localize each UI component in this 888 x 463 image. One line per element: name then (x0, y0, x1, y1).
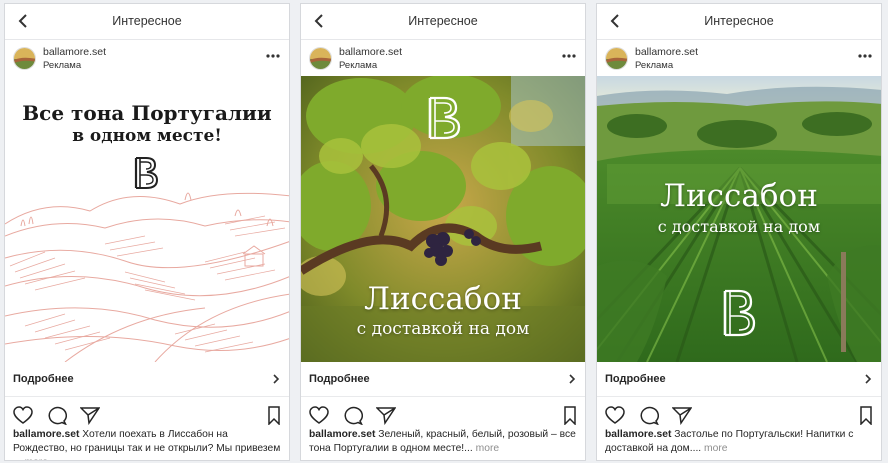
headline-line2: с доставкой на дом (356, 319, 530, 339)
more-horizontal-icon[interactable] (857, 50, 873, 62)
comment-icon[interactable] (343, 406, 363, 425)
comment-icon[interactable] (47, 406, 67, 425)
post-card-2: Интересное ballamore.set Реклама Лиссабо… (300, 3, 586, 461)
more-horizontal-icon[interactable] (561, 50, 577, 62)
avatar[interactable] (13, 47, 36, 70)
nav-bar: Интересное (5, 4, 289, 40)
heart-icon[interactable] (605, 406, 625, 425)
sponsored-label: Реклама (635, 60, 674, 71)
learn-more-bar[interactable]: Подробнее (597, 362, 881, 397)
nav-bar: Интересное (301, 4, 585, 40)
headline-line2: с доставкой на дом (657, 217, 821, 236)
nav-title: Интересное (704, 14, 774, 28)
comment-icon[interactable] (639, 406, 659, 425)
post-header: ballamore.set Реклама (5, 40, 289, 76)
headline-line1: Лиссабон (660, 178, 818, 214)
sponsored-label: Реклама (43, 60, 82, 71)
caption-username[interactable]: ballamore.set (309, 429, 375, 440)
username[interactable]: ballamore.set (43, 46, 106, 58)
post-image[interactable]: Лиссабон с доставкой на дом (597, 76, 881, 362)
learn-more-bar[interactable]: Подробнее (301, 362, 585, 397)
caption-username[interactable]: ballamore.set (13, 429, 79, 440)
username[interactable]: ballamore.set (339, 46, 402, 58)
caption: ballamore.set Хотели поехать в Лиссабон … (13, 428, 281, 460)
b-brand-logo (428, 96, 461, 140)
more-horizontal-icon[interactable] (265, 50, 281, 62)
nav-title: Интересное (112, 14, 182, 28)
sponsored-label: Реклама (339, 60, 378, 71)
heart-icon[interactable] (13, 406, 33, 425)
b-brand-logo (723, 289, 756, 337)
nav-title: Интересное (408, 14, 478, 28)
learn-more-bar[interactable]: Подробнее (5, 362, 289, 397)
caption-more-link[interactable]: more (476, 443, 499, 454)
heart-icon[interactable] (309, 406, 329, 425)
learn-more-button[interactable]: Подробнее (605, 373, 666, 385)
landscape-sketch (5, 192, 289, 362)
post-image[interactable]: Лиссабон с доставкой на дом (301, 76, 585, 362)
headline-line1: Лиссабон (364, 281, 522, 317)
post-header: ballamore.set Реклама (301, 40, 585, 76)
caption: ballamore.set Зеленый, красный, белый, р… (309, 428, 577, 456)
caption-more-link[interactable]: more (704, 443, 727, 454)
caption: ballamore.set Застолье по Португальски! … (605, 428, 873, 456)
caption-username[interactable]: ballamore.set (605, 429, 671, 440)
bookmark-icon[interactable] (560, 406, 580, 425)
username[interactable]: ballamore.set (635, 46, 698, 58)
bookmark-icon[interactable] (264, 406, 284, 425)
learn-more-button[interactable]: Подробнее (309, 373, 370, 385)
post-card-3: Интересное ballamore.set Реклама Лиссабо… (596, 3, 882, 461)
learn-more-button[interactable]: Подробнее (13, 373, 74, 385)
chevron-right-icon[interactable] (863, 373, 873, 385)
post-image[interactable]: Все тона Португалии в одном месте! (5, 76, 289, 362)
bookmark-icon[interactable] (856, 406, 876, 425)
send-icon[interactable] (80, 406, 100, 425)
caption-more-link[interactable]: more (24, 457, 47, 460)
send-icon[interactable] (376, 406, 396, 425)
avatar[interactable] (309, 47, 332, 70)
post-header: ballamore.set Реклама (597, 40, 881, 76)
send-icon[interactable] (672, 406, 692, 425)
post-card-1: Интересное ballamore.set Реклама Все тон… (4, 3, 290, 461)
nav-bar: Интересное (597, 4, 881, 40)
chevron-right-icon[interactable] (271, 373, 281, 385)
avatar[interactable] (605, 47, 628, 70)
chevron-right-icon[interactable] (567, 373, 577, 385)
